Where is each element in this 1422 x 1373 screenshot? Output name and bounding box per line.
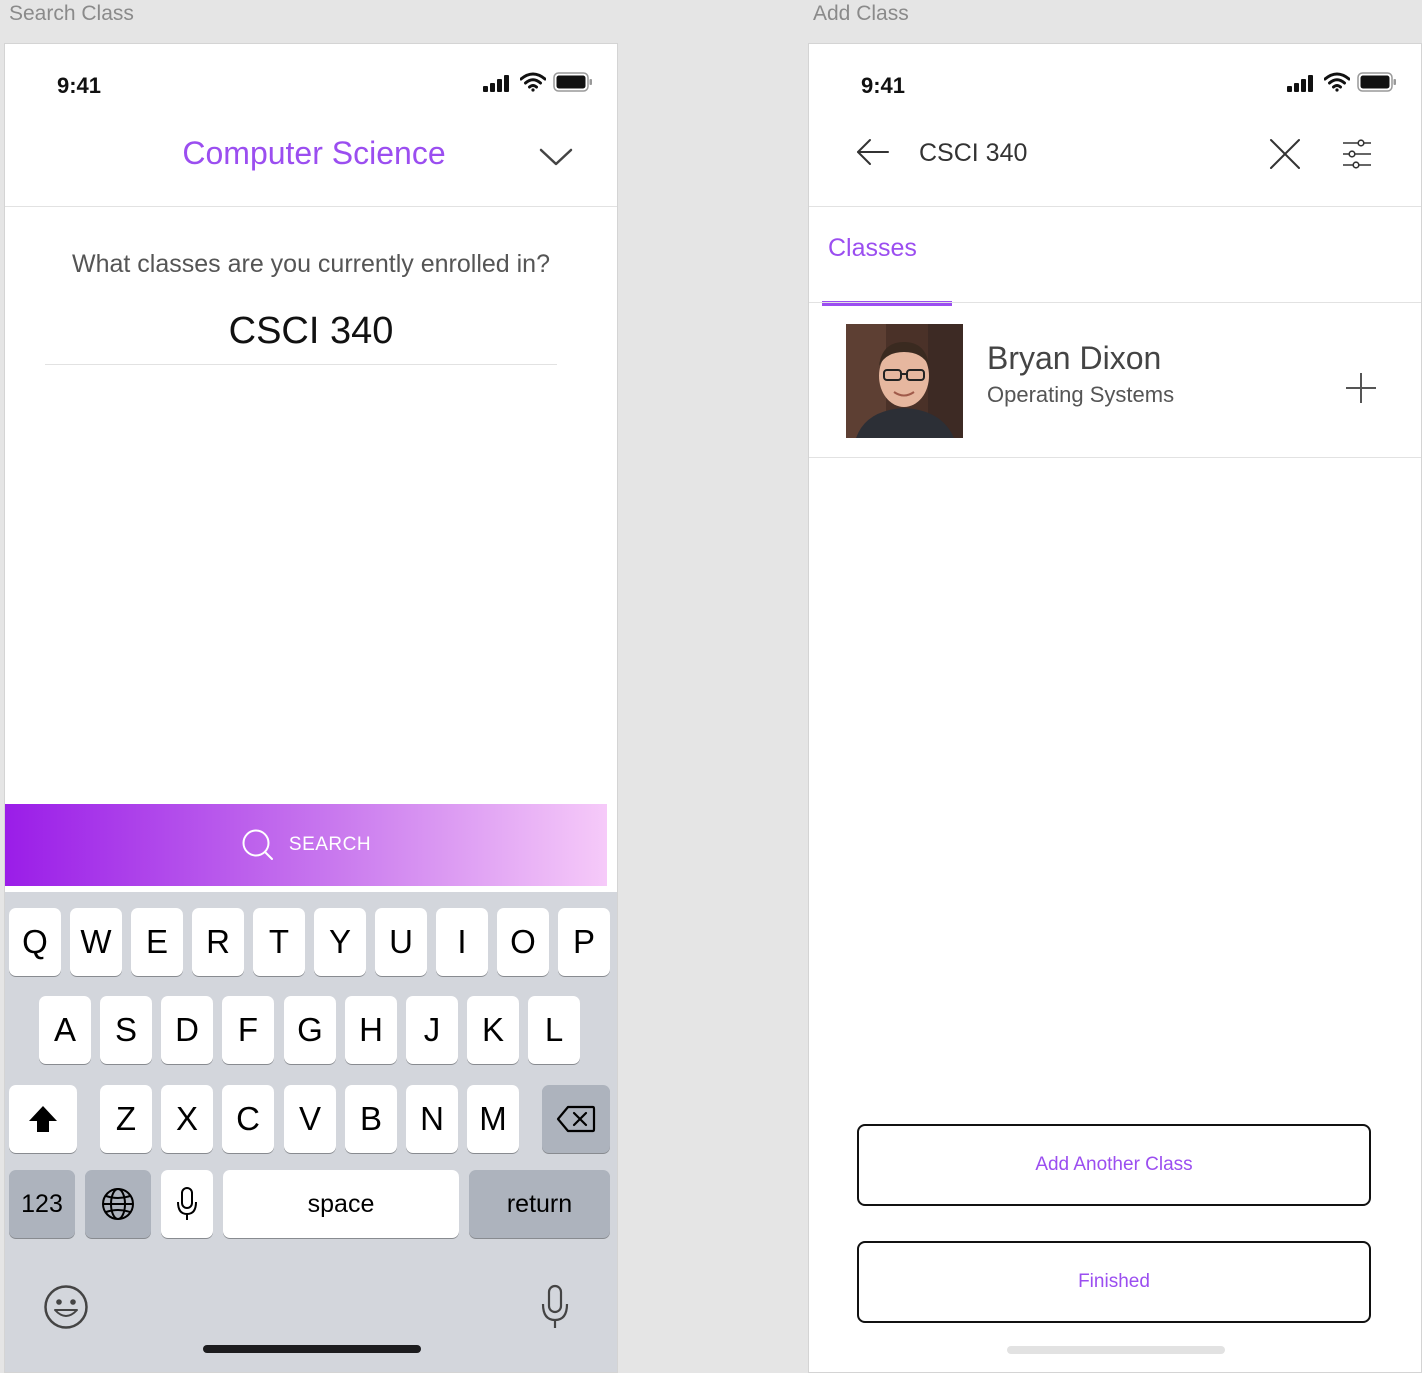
chevron-down-icon[interactable] — [538, 146, 574, 168]
department-label: Computer Science — [182, 135, 446, 171]
list-item[interactable]: Bryan Dixon Operating Systems — [809, 303, 1421, 457]
home-indicator — [203, 1345, 421, 1353]
globe-key[interactable] — [85, 1170, 151, 1238]
key-j[interactable]: J — [406, 996, 458, 1064]
key-r[interactable]: R — [192, 908, 244, 976]
tab-classes[interactable]: Classes — [828, 234, 917, 263]
input-underline — [45, 364, 557, 365]
globe-icon — [102, 1188, 134, 1220]
backspace-icon — [556, 1105, 596, 1133]
status-time: 9:41 — [861, 73, 906, 98]
home-indicator — [1007, 1346, 1225, 1354]
key-m[interactable]: M — [467, 1085, 519, 1153]
search-button-label: SEARCH — [288, 834, 372, 855]
wifi-icon — [520, 72, 546, 92]
header-divider — [5, 206, 617, 207]
return-key[interactable]: return — [469, 1170, 610, 1238]
status-time: 9:41 — [57, 73, 102, 98]
backspace-key[interactable] — [542, 1085, 610, 1153]
avatar — [846, 324, 963, 438]
key-e[interactable]: E — [131, 908, 183, 976]
dictation-key[interactable] — [161, 1170, 213, 1238]
key-l[interactable]: L — [528, 996, 580, 1064]
header-divider — [809, 206, 1421, 207]
professor-photo — [846, 324, 963, 438]
close-icon[interactable] — [1269, 138, 1301, 170]
key-p[interactable]: P — [558, 908, 610, 976]
key-y[interactable]: Y — [314, 908, 366, 976]
plus-icon[interactable] — [1345, 372, 1377, 404]
keyboard: Q W E R T Y U I O P A S D F G H J K L Z … — [5, 892, 617, 1372]
key-s[interactable]: S — [100, 996, 152, 1064]
key-o[interactable]: O — [497, 908, 549, 976]
emoji-icon[interactable] — [43, 1284, 89, 1330]
search-icon — [242, 829, 273, 860]
artboard-label-search-class: Search Class — [9, 2, 134, 25]
key-n[interactable]: N — [406, 1085, 458, 1153]
key-a[interactable]: A — [39, 996, 91, 1064]
key-b[interactable]: B — [345, 1085, 397, 1153]
search-button[interactable]: SEARCH — [5, 804, 607, 886]
numbers-key[interactable]: 123 — [9, 1170, 75, 1238]
finished-label: Finished — [1078, 1271, 1150, 1292]
filter-sliders-icon[interactable] — [1341, 138, 1373, 170]
key-k[interactable]: K — [467, 996, 519, 1064]
shift-icon — [29, 1106, 57, 1132]
department-selector[interactable]: Computer Science — [5, 135, 617, 172]
key-c[interactable]: C — [222, 1085, 274, 1153]
add-another-class-button[interactable]: Add Another Class — [857, 1124, 1371, 1206]
artboard-label-add-class: Add Class — [813, 2, 909, 25]
key-v[interactable]: V — [284, 1085, 336, 1153]
space-key[interactable]: space — [223, 1170, 459, 1238]
battery-icon — [553, 72, 592, 92]
microphone-icon — [177, 1187, 197, 1220]
key-i[interactable]: I — [436, 908, 488, 976]
signal-icon — [483, 75, 509, 92]
key-q[interactable]: Q — [9, 908, 61, 976]
finished-button[interactable]: Finished — [857, 1241, 1371, 1323]
professor-name: Bryan Dixon — [987, 340, 1162, 376]
row-divider — [809, 457, 1421, 458]
search-class-screen: 9:41 Computer Science What classes are y… — [4, 43, 618, 1373]
shift-key[interactable] — [9, 1085, 77, 1153]
key-u[interactable]: U — [375, 908, 427, 976]
class-search-input[interactable]: CSCI 340 — [5, 310, 617, 353]
signal-icon — [1287, 75, 1313, 92]
key-d[interactable]: D — [161, 996, 213, 1064]
key-x[interactable]: X — [161, 1085, 213, 1153]
key-f[interactable]: F — [222, 996, 274, 1064]
add-class-screen: 9:41 CSCI 340 Classes Bryan Dixon Operat… — [808, 43, 1422, 1373]
key-t[interactable]: T — [253, 908, 305, 976]
wifi-icon — [1324, 72, 1350, 92]
back-arrow-icon[interactable] — [855, 138, 891, 166]
enrollment-question: What classes are you currently enrolled … — [71, 250, 550, 278]
key-w[interactable]: W — [70, 908, 122, 976]
search-query-field[interactable]: CSCI 340 — [919, 139, 1027, 168]
key-z[interactable]: Z — [100, 1085, 152, 1153]
add-another-class-label: Add Another Class — [1035, 1154, 1193, 1175]
key-g[interactable]: G — [284, 996, 336, 1064]
keyboard-microphone-icon[interactable] — [540, 1284, 570, 1330]
course-name: Operating Systems — [987, 382, 1175, 407]
key-h[interactable]: H — [345, 996, 397, 1064]
battery-icon — [1357, 72, 1396, 92]
